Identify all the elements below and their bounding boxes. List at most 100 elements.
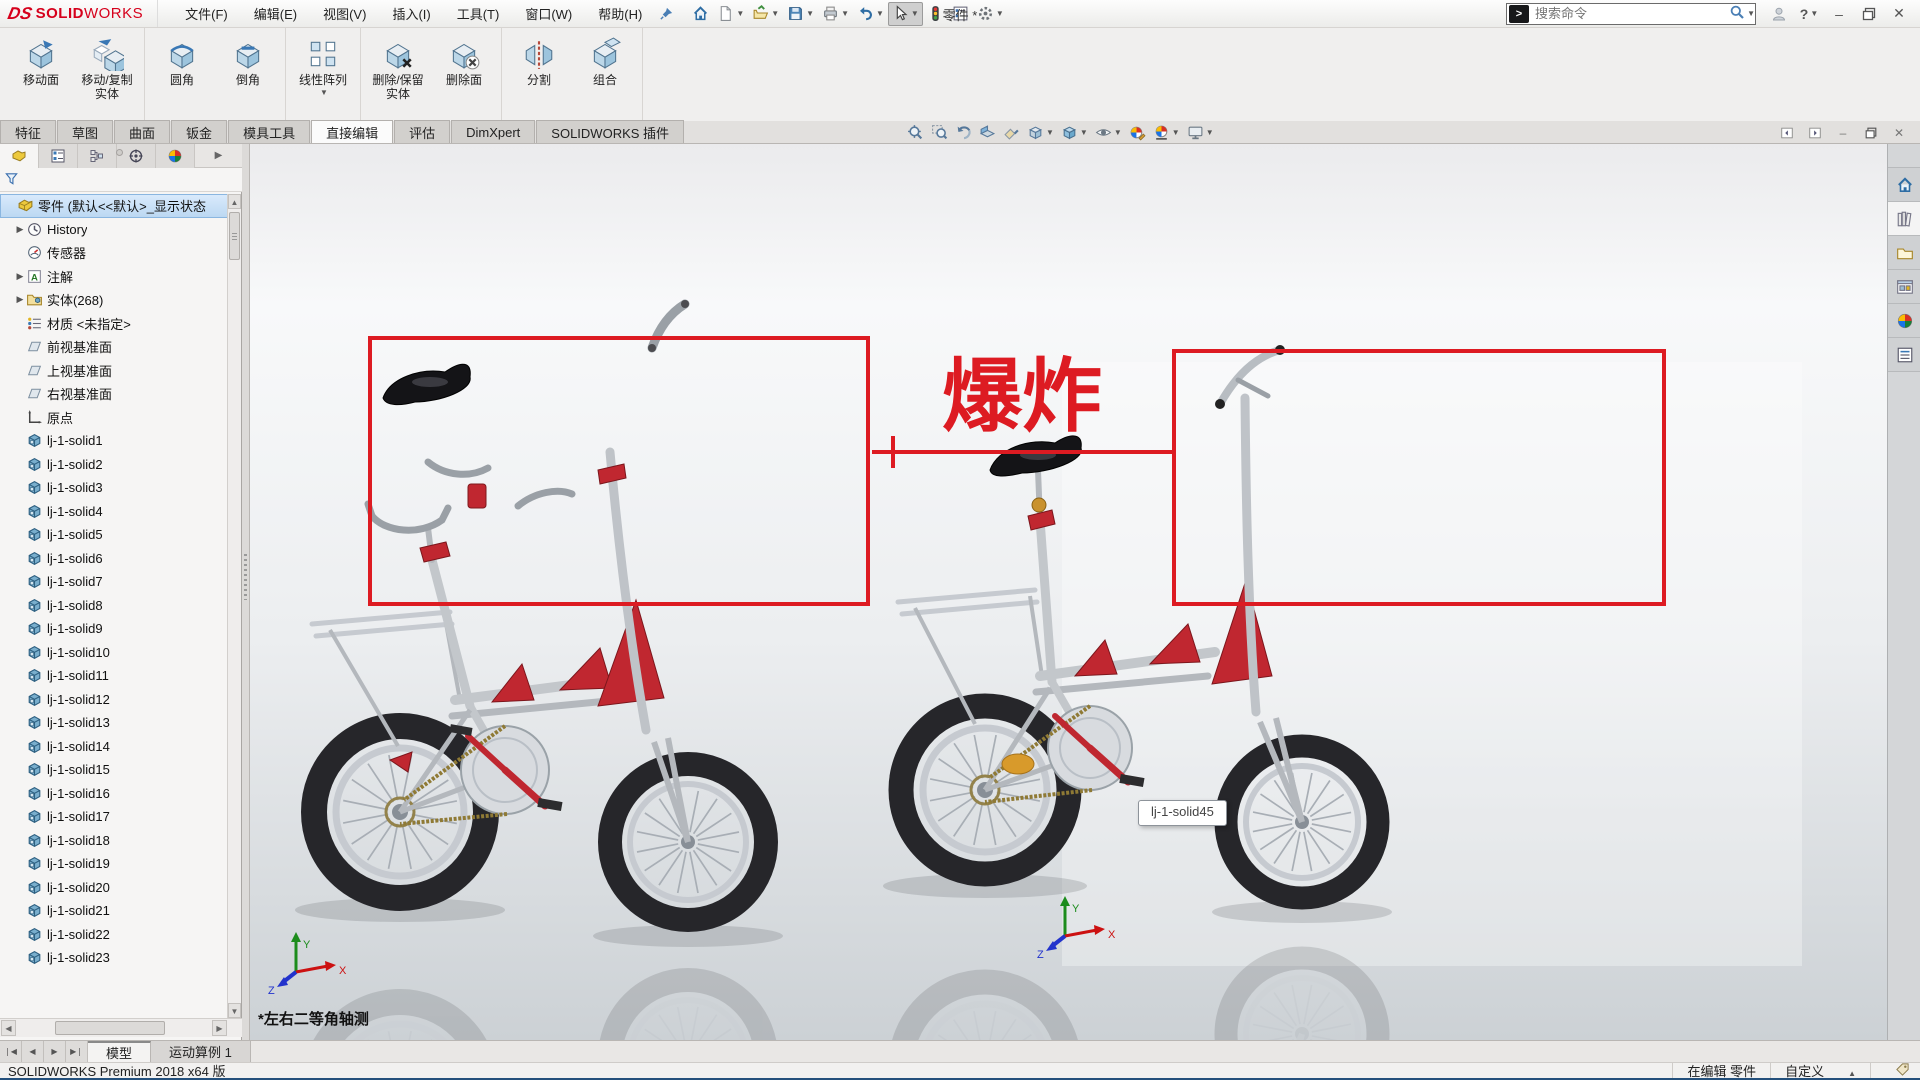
menu-文件(F)[interactable]: 文件(F) [172,0,241,27]
ribbon-button-combine[interactable]: 组合 [572,32,638,89]
doc-close-button[interactable]: ✕ [1890,124,1908,142]
new-document-dropdown-icon[interactable]: ▼ [736,9,744,18]
pin-menu-icon[interactable] [655,2,678,26]
tab-草图[interactable]: 草图 [57,120,113,143]
zoom-to-area-button[interactable] [929,123,950,142]
select-dropdown-icon[interactable]: ▼ [911,9,919,18]
previous-pane-icon[interactable] [1778,124,1796,142]
tree-item-lj-1-solid1[interactable]: lj-1-solid1 [0,429,228,453]
edit-appearance-button[interactable] [1127,123,1148,142]
tree-item-lj-1-solid7[interactable]: lj-1-solid7 [0,570,228,594]
save-dropdown-icon[interactable]: ▼ [806,9,814,18]
tab-直接编辑[interactable]: 直接编辑 [311,120,393,143]
nav-previous-button[interactable]: ◀ [22,1041,44,1062]
expand-caret-icon[interactable]: ▶ [14,294,26,305]
tree-item-lj-1-solid10[interactable]: lj-1-solid10 [0,641,228,665]
tab-SOLIDWORKS 插件[interactable]: SOLIDWORKS 插件 [536,120,684,143]
ribbon-button-move-face[interactable]: 移动面 [8,32,74,89]
task-pane-view-palette[interactable] [1888,270,1920,304]
print-button[interactable]: ▼ [818,2,853,26]
apply-scene-button[interactable]: ▼ [1151,123,1182,142]
search-dropdown-icon[interactable]: ▼ [1747,9,1755,18]
panel-splitter[interactable] [242,144,250,1040]
menu-插入(I)[interactable]: 插入(I) [379,0,443,27]
tree-item-History[interactable]: ▶History [0,218,228,242]
panel-tab-configurations[interactable] [78,144,117,168]
scroll-up-icon[interactable]: ▲ [228,194,241,209]
ribbon-button-linear-pattern[interactable]: 线性阵列▼ [290,32,356,98]
tab-钣金[interactable]: 钣金 [171,120,227,143]
tree-vertical-scrollbar[interactable]: ▲ ▼ [227,194,241,1018]
tree-item-零件 (默认<<默认>_显示状态[interactable]: 零件 (默认<<默认>_显示状态 [0,194,228,218]
tree-item-右视基准面[interactable]: 右视基准面 [0,382,228,406]
print-dropdown-icon[interactable]: ▼ [841,9,849,18]
scroll-right-icon[interactable]: ▶ [212,1020,227,1036]
menu-窗口(W)[interactable]: 窗口(W) [512,0,585,27]
tab-模型[interactable]: 模型 [88,1041,151,1062]
options-button[interactable]: ▼ [973,2,1008,26]
task-pane-appearances[interactable] [1888,304,1920,338]
display-settings-button[interactable] [948,2,973,26]
tree-item-lj-1-solid4[interactable]: lj-1-solid4 [0,500,228,524]
ribbon-button-delete-keep-body[interactable]: 删除/保留实体 [365,32,431,103]
nav-first-button[interactable]: ❘◀ [0,1041,22,1062]
tree-item-lj-1-solid20[interactable]: lj-1-solid20 [0,876,228,900]
hide-show-items-dropdown-icon[interactable]: ▼ [1114,128,1122,137]
display-style-button[interactable]: ▼ [1059,123,1090,142]
save-button[interactable]: ▼ [783,2,818,26]
task-pane-file-explorer[interactable] [1888,236,1920,270]
tree-item-注解[interactable]: ▶A注解 [0,265,228,289]
view-settings-dropdown-icon[interactable]: ▼ [1206,128,1214,137]
options-dropdown-icon[interactable]: ▼ [996,9,1004,18]
tree-item-lj-1-solid6[interactable]: lj-1-solid6 [0,547,228,571]
scrollbar-thumb[interactable] [55,1021,165,1035]
restore-button[interactable] [1856,3,1882,25]
minimize-button[interactable]: – [1826,3,1852,25]
expand-caret-icon[interactable]: ▶ [14,271,26,282]
tree-item-lj-1-solid16[interactable]: lj-1-solid16 [0,782,228,806]
tree-item-lj-1-solid11[interactable]: lj-1-solid11 [0,664,228,688]
doc-minimize-button[interactable]: – [1834,124,1852,142]
panel-tabs-more[interactable]: ▶ [195,144,242,167]
new-document-button[interactable]: ▼ [713,2,748,26]
search-icon[interactable] [1729,4,1745,23]
apply-scene-dropdown-icon[interactable]: ▼ [1172,128,1180,137]
view-settings-button[interactable]: ▼ [1185,123,1216,142]
tab-特征[interactable]: 特征 [0,120,56,143]
panel-tab-featuremanager[interactable] [0,144,39,168]
tree-item-实体(268)[interactable]: ▶实体(268) [0,288,228,312]
task-pane-custom-properties[interactable] [1888,338,1920,372]
tab-评估[interactable]: 评估 [394,120,450,143]
tab-运动算例 1[interactable]: 运动算例 1 [151,1041,251,1062]
panel-collapse-handle[interactable] [116,149,123,156]
ribbon-button-delete-face[interactable]: 删除面 [431,32,497,89]
tree-item-lj-1-solid12[interactable]: lj-1-solid12 [0,688,228,712]
linear-pattern-dropdown-icon[interactable]: ▼ [320,88,328,97]
tree-item-材质 <未指定>[interactable]: 材质 <未指定> [0,312,228,336]
hide-show-items-button[interactable]: ▼ [1093,123,1124,142]
section-view-button[interactable] [977,123,998,142]
home-button[interactable] [688,2,713,26]
menu-工具(T)[interactable]: 工具(T) [444,0,513,27]
tab-曲面[interactable]: 曲面 [114,120,170,143]
open-button[interactable]: ▼ [748,2,783,26]
tree-item-lj-1-solid19[interactable]: lj-1-solid19 [0,852,228,876]
ribbon-button-move-copy-body[interactable]: 移动/复制实体 [74,32,140,103]
tree-item-lj-1-solid9[interactable]: lj-1-solid9 [0,617,228,641]
tree-item-lj-1-solid23[interactable]: lj-1-solid23 [0,946,228,970]
scroll-down-icon[interactable]: ▼ [228,1003,241,1018]
search-input[interactable] [1533,5,1729,22]
nav-last-button[interactable]: ▶❘ [66,1041,88,1062]
tag-icon[interactable] [1895,1062,1910,1080]
panel-tab-propertymanager[interactable] [39,144,78,168]
nav-next-button[interactable]: ▶ [44,1041,66,1062]
ribbon-button-split[interactable]: 分割 [506,32,572,89]
tree-item-lj-1-solid15[interactable]: lj-1-solid15 [0,758,228,782]
doc-restore-button[interactable] [1862,124,1880,142]
annotation-views-button[interactable] [1001,123,1022,142]
ribbon-button-chamfer[interactable]: 倒角 [215,32,281,89]
menu-视图(V)[interactable]: 视图(V) [310,0,379,27]
expand-caret-icon[interactable]: ▶ [14,224,26,235]
ribbon-button-fillet[interactable]: 圆角 [149,32,215,89]
panel-tab-dimxpert[interactable] [117,144,156,168]
